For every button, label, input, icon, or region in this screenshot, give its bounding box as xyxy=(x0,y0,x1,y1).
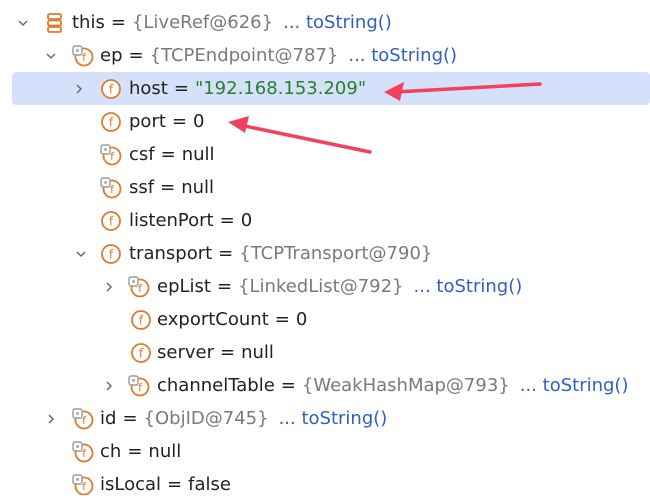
tree-row-server[interactable]: f server = null xyxy=(0,336,650,369)
variable-name: host xyxy=(129,78,168,99)
field-icon: f xyxy=(100,210,122,232)
tree-row-transport[interactable]: f transport = {TCPTransport@790} xyxy=(0,237,650,270)
variable-name: transport xyxy=(129,243,213,264)
tostring-link[interactable]: ... toString() xyxy=(348,39,457,72)
tree-row-csf[interactable]: f csf = null xyxy=(0,138,650,171)
variable-value: false xyxy=(188,474,231,495)
variable-value: null xyxy=(181,144,215,165)
variable-name: epList xyxy=(157,276,211,297)
field-icon: f xyxy=(100,111,122,133)
variable-name: channelTable xyxy=(157,375,275,396)
chevron-right-icon[interactable] xyxy=(44,402,58,435)
field-icon: f xyxy=(130,342,152,364)
field-locked-icon: f xyxy=(72,45,94,67)
variable-ref: {LinkedList@792} xyxy=(238,276,404,297)
variable-name: this xyxy=(72,12,105,33)
field-locked-icon: f xyxy=(100,144,122,166)
variable-ref: {WeakHashMap@793} xyxy=(301,375,510,396)
tree-row-id[interactable]: f id = {ObjID@745} ... toString() xyxy=(0,402,650,435)
tostring-link[interactable]: ... toString() xyxy=(520,369,629,402)
chevron-right-icon[interactable] xyxy=(102,270,116,303)
tree-row-exportcount[interactable]: f exportCount = 0 xyxy=(0,303,650,336)
field-locked-icon: f xyxy=(100,177,122,199)
variable-name: csf xyxy=(129,144,155,165)
variable-value: null xyxy=(241,342,274,363)
variable-name: ep xyxy=(100,45,123,66)
equals-sign: = xyxy=(160,177,176,198)
string-value: "192.168.153.209" xyxy=(194,78,367,99)
chevron-down-icon[interactable] xyxy=(44,39,58,72)
variable-name: isLocal xyxy=(100,474,162,495)
tree-row-listenport[interactable]: f listenPort = 0 xyxy=(0,204,650,237)
variable-ref: {LiveRef@626} xyxy=(131,12,274,33)
tree-row-port[interactable]: f port = 0 xyxy=(0,105,650,138)
array-icon xyxy=(44,12,66,34)
tostring-link[interactable]: ... toString() xyxy=(279,402,388,435)
equals-sign: = xyxy=(127,441,143,462)
variable-value: null xyxy=(148,441,182,462)
variable-name: ssf xyxy=(129,177,155,198)
variable-name: server xyxy=(157,342,214,363)
equals-sign: = xyxy=(167,474,183,495)
variables-tree: this = {LiveRef@626} ... toString() f ep… xyxy=(0,0,650,503)
field-icon: f xyxy=(100,78,122,100)
field-locked-icon: f xyxy=(72,408,94,430)
equals-sign: = xyxy=(122,408,138,429)
tree-row-host[interactable]: f host = "192.168.153.209" xyxy=(12,72,650,105)
chevron-right-icon[interactable] xyxy=(102,369,116,402)
equals-sign: = xyxy=(160,144,176,165)
equals-sign: = xyxy=(128,45,144,66)
equals-sign: = xyxy=(173,78,189,99)
field-icon: f xyxy=(130,309,152,331)
variable-name: port xyxy=(129,111,166,132)
field-locked-icon: f xyxy=(72,474,94,496)
chevron-down-icon[interactable] xyxy=(74,237,88,270)
chevron-right-icon[interactable] xyxy=(72,72,86,105)
tree-row-channeltable[interactable]: f channelTable = {WeakHashMap@793} ... t… xyxy=(0,369,650,402)
equals-sign: = xyxy=(216,276,233,297)
field-locked-icon: f xyxy=(72,441,94,463)
variable-ref: {TCPTransport@790} xyxy=(239,243,433,264)
field-icon: f xyxy=(100,243,122,265)
variable-name: ch xyxy=(100,441,122,462)
equals-sign: = xyxy=(274,309,290,330)
field-locked-icon: f xyxy=(128,276,150,298)
variable-name: id xyxy=(100,408,117,429)
variable-ref: {ObjID@745} xyxy=(143,408,269,429)
variable-value: 0 xyxy=(295,309,308,330)
variable-name: listenPort xyxy=(129,210,214,231)
variable-value: 0 xyxy=(240,210,253,231)
tree-row-this[interactable]: this = {LiveRef@626} ... toString() xyxy=(0,6,650,39)
field-locked-icon: f xyxy=(128,375,150,397)
variable-value: null xyxy=(181,177,215,198)
tree-row-islocal[interactable]: f isLocal = false xyxy=(0,468,650,501)
tostring-link[interactable]: ... toString() xyxy=(414,270,523,303)
equals-sign: = xyxy=(219,210,235,231)
equals-sign: = xyxy=(110,12,126,33)
tree-row-eplist[interactable]: f epList = {LinkedList@792} ... toString… xyxy=(0,270,650,303)
variable-ref: {TCPEndpoint@787} xyxy=(149,45,339,66)
tree-row-ch[interactable]: f ch = null xyxy=(0,435,650,468)
chevron-down-icon[interactable] xyxy=(16,6,30,39)
equals-sign: = xyxy=(171,111,187,132)
tree-row-ep[interactable]: f ep = {TCPEndpoint@787} ... toString() xyxy=(0,39,650,72)
tostring-link[interactable]: ... toString() xyxy=(283,6,392,39)
equals-sign: = xyxy=(280,375,296,396)
equals-sign: = xyxy=(219,342,236,363)
equals-sign: = xyxy=(218,243,234,264)
tree-row-ssf[interactable]: f ssf = null xyxy=(0,171,650,204)
variable-value: 0 xyxy=(193,111,205,132)
variable-name: exportCount xyxy=(157,309,269,330)
